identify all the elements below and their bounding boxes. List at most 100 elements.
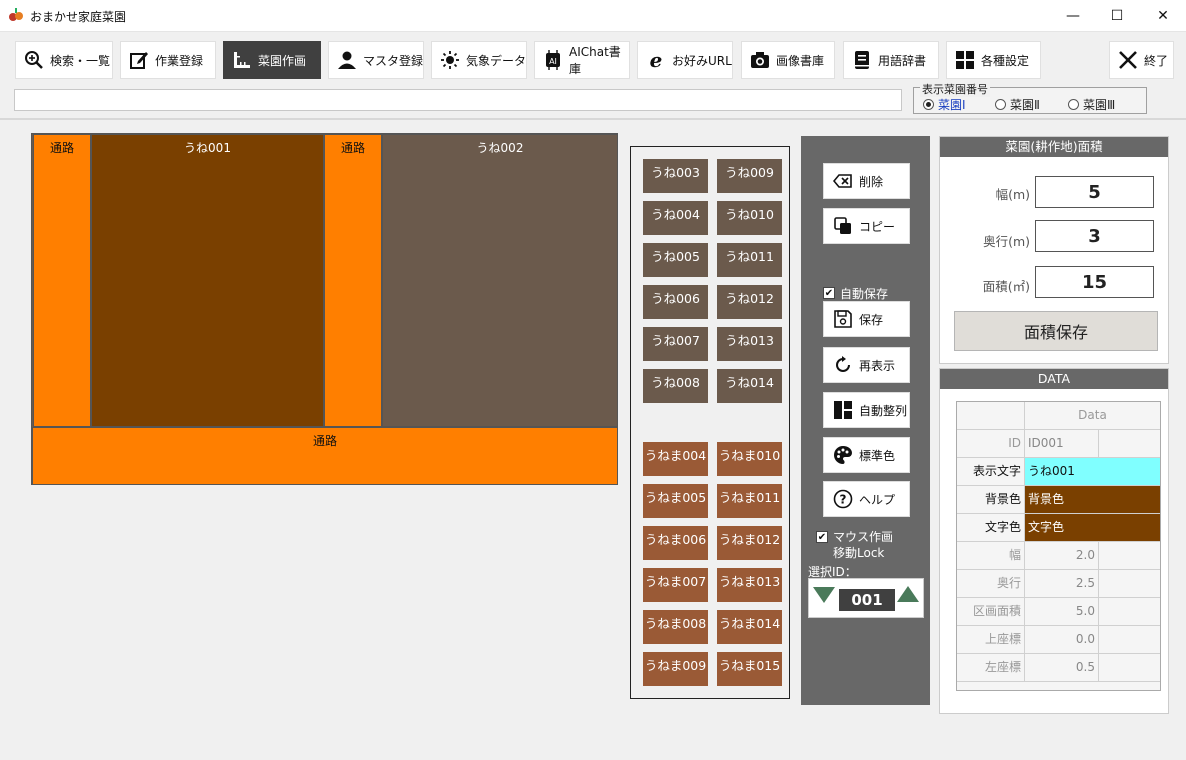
ai-chat-library-button[interactable]: AI AIChat書庫: [534, 41, 630, 79]
data-value[interactable]: うね001: [1025, 458, 1160, 485]
favorite-url-button[interactable]: e お好みURL: [637, 41, 733, 79]
book-icon: [852, 50, 872, 70]
help-button[interactable]: ? ヘルプ: [823, 481, 910, 517]
checkmark-icon[interactable]: ✔: [816, 531, 828, 543]
palette-ridge[interactable]: うね004: [643, 201, 708, 235]
palette-ridge[interactable]: うね010: [717, 201, 782, 235]
radio-garden-1-label: 菜園Ⅰ: [938, 98, 966, 112]
search-list-label: 検索・一覧: [50, 53, 111, 68]
plot-path[interactable]: 通路: [32, 427, 618, 485]
palette-mound[interactable]: うねま015: [717, 652, 782, 686]
plot-ridge-001[interactable]: うね001: [91, 134, 324, 427]
radio-garden-3[interactable]: 菜園Ⅲ: [1068, 96, 1115, 113]
close-window-button[interactable]: ✕: [1140, 0, 1186, 32]
radio-garden-2[interactable]: 菜園Ⅱ: [995, 96, 1040, 113]
palette-mound[interactable]: うねま006: [643, 526, 708, 560]
minimize-button[interactable]: —: [1050, 0, 1096, 32]
arrow-down-icon[interactable]: [813, 587, 835, 603]
data-row-background-color: 背景色 背景色: [957, 486, 1160, 514]
select-id-value[interactable]: 001: [839, 589, 895, 611]
width-field[interactable]: 5: [1035, 176, 1154, 208]
palette-mound[interactable]: うねま012: [717, 526, 782, 560]
radio-dot-selected[interactable]: [923, 99, 934, 110]
backspace-icon: [833, 171, 853, 191]
image-library-label: 画像書庫: [776, 53, 825, 68]
palette-mound[interactable]: うねま011: [717, 484, 782, 518]
palette-ridge[interactable]: うね003: [643, 159, 708, 193]
palette-ridge[interactable]: うね007: [643, 327, 708, 361]
data-cell: [1098, 542, 1160, 569]
palette-mound[interactable]: うねま004: [643, 442, 708, 476]
weather-data-label: 気象データ: [466, 53, 527, 68]
plot-path[interactable]: 通路: [324, 134, 382, 427]
plot-path[interactable]: 通路: [33, 134, 91, 427]
palette-mound[interactable]: うねま007: [643, 568, 708, 602]
palette-ridge[interactable]: うね008: [643, 369, 708, 403]
radio-dot[interactable]: [1068, 99, 1079, 110]
garden-drawing-button[interactable]: 菜園作画: [223, 41, 321, 79]
radio-garden-1[interactable]: 菜園Ⅰ: [923, 96, 966, 113]
palette-ridge[interactable]: うね006: [643, 285, 708, 319]
data-value[interactable]: 背景色: [1025, 486, 1160, 513]
maximize-button[interactable]: ☐: [1094, 0, 1140, 32]
autosave-checkbox[interactable]: ✔ 自動保存: [823, 285, 888, 302]
palette-mound[interactable]: うねま010: [717, 442, 782, 476]
control-panel: 削除 コピー ✔ 自動保存 保存 再表示 自動整列 標準色 ? ヘルプ ✔ マウ…: [801, 136, 930, 705]
data-cell: [1098, 626, 1160, 653]
master-register-button[interactable]: マスタ登録: [328, 41, 424, 79]
data-row-plot-area: 区画面積 5.0: [957, 598, 1160, 626]
palette-ridge[interactable]: うね009: [717, 159, 782, 193]
edit-icon: [129, 50, 149, 70]
radio-dot[interactable]: [995, 99, 1006, 110]
data-value[interactable]: 2.0: [1025, 542, 1098, 569]
palette-ridge[interactable]: うね005: [643, 243, 708, 277]
palette-ridge[interactable]: うね011: [717, 243, 782, 277]
exit-button[interactable]: 終了: [1109, 41, 1174, 79]
work-register-button[interactable]: 作業登録: [120, 41, 216, 79]
copy-button[interactable]: コピー: [823, 208, 910, 244]
palette-mound[interactable]: うねま014: [717, 610, 782, 644]
glossary-button[interactable]: 用語辞書: [843, 41, 939, 79]
palette-mound[interactable]: うねま008: [643, 610, 708, 644]
mouse-lock-line1: マウス作画: [833, 530, 894, 544]
search-list-button[interactable]: 検索・一覧: [15, 41, 113, 79]
image-library-button[interactable]: 画像書庫: [741, 41, 835, 79]
auto-arrange-button[interactable]: 自動整列: [823, 392, 910, 428]
data-value[interactable]: 0.5: [1025, 654, 1098, 681]
refresh-button[interactable]: 再表示: [823, 347, 910, 383]
palette-ridge[interactable]: うね012: [717, 285, 782, 319]
data-cell: [1098, 570, 1160, 597]
palette-mound[interactable]: うねま005: [643, 484, 708, 518]
palette-mound[interactable]: うねま013: [717, 568, 782, 602]
data-value[interactable]: 0.0: [1025, 626, 1098, 653]
save-button[interactable]: 保存: [823, 301, 910, 337]
garden-canvas[interactable]: 通路 うね001 通路 うね002 通路: [31, 133, 618, 485]
checkmark-icon[interactable]: ✔: [823, 287, 835, 299]
filter-input[interactable]: [14, 89, 902, 111]
arrow-up-icon[interactable]: [897, 586, 919, 602]
data-value[interactable]: 文字色: [1025, 514, 1160, 541]
data-value[interactable]: ID001: [1025, 430, 1098, 457]
data-row-display-text: 表示文字 うね001: [957, 458, 1160, 486]
weather-data-button[interactable]: 気象データ: [431, 41, 527, 79]
browser-e-icon: e: [646, 50, 666, 70]
area-save-button[interactable]: 面積保存: [954, 311, 1158, 351]
window-title: おまかせ家庭菜園: [30, 10, 127, 24]
palette-ridge[interactable]: うね014: [717, 369, 782, 403]
select-id-stepper: 001: [808, 578, 924, 618]
settings-button[interactable]: 各種設定: [946, 41, 1041, 79]
data-value[interactable]: 5.0: [1025, 598, 1098, 625]
plot-ridge-002[interactable]: うね002: [382, 134, 618, 427]
data-value[interactable]: 2.5: [1025, 570, 1098, 597]
depth-field[interactable]: 3: [1035, 220, 1154, 252]
standard-color-button[interactable]: 標準色: [823, 437, 910, 473]
data-cell: [1098, 654, 1160, 681]
sun-icon: [440, 50, 460, 70]
mouse-lock-checkbox[interactable]: ✔ マウス作画 移動Lock: [816, 529, 893, 561]
master-register-label: マスタ登録: [363, 53, 424, 68]
palette-ridge[interactable]: うね013: [717, 327, 782, 361]
refresh-icon: [833, 355, 853, 375]
area-field[interactable]: 15: [1035, 266, 1154, 298]
delete-button[interactable]: 削除: [823, 163, 910, 199]
palette-mound[interactable]: うねま009: [643, 652, 708, 686]
